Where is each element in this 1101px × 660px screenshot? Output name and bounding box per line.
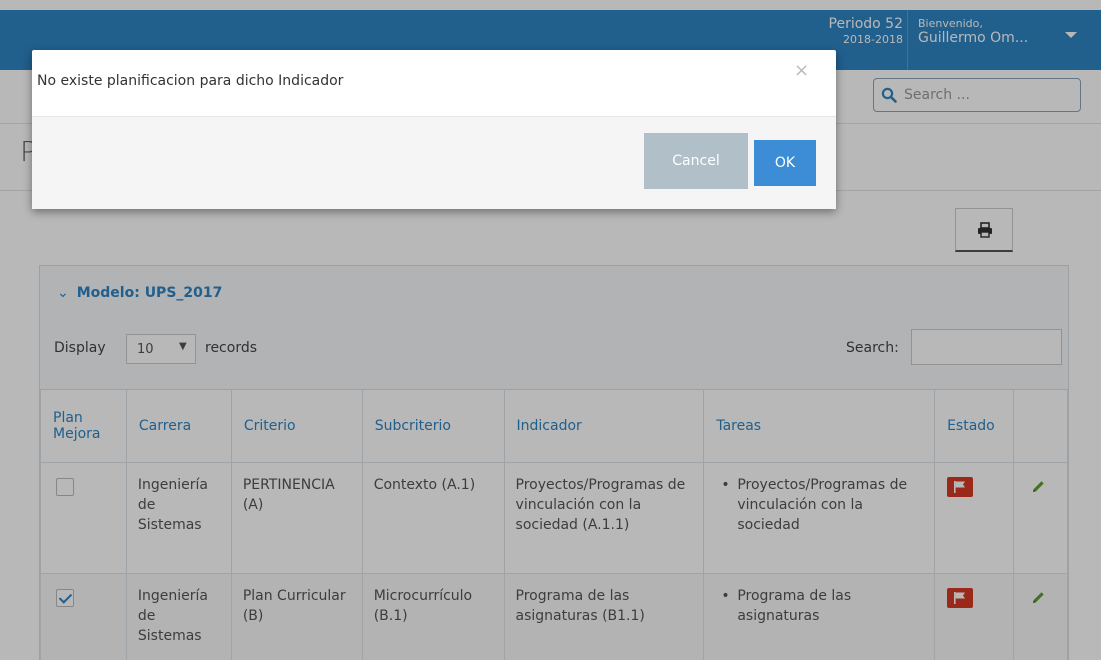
dialog-message: No existe planificacion para dicho Indic…	[37, 73, 344, 89]
cancel-button[interactable]: Cancel	[644, 133, 748, 189]
ok-button[interactable]: OK	[754, 140, 816, 186]
close-icon[interactable]: ×	[794, 62, 809, 80]
confirm-dialog: No existe planificacion para dicho Indic…	[32, 50, 836, 209]
